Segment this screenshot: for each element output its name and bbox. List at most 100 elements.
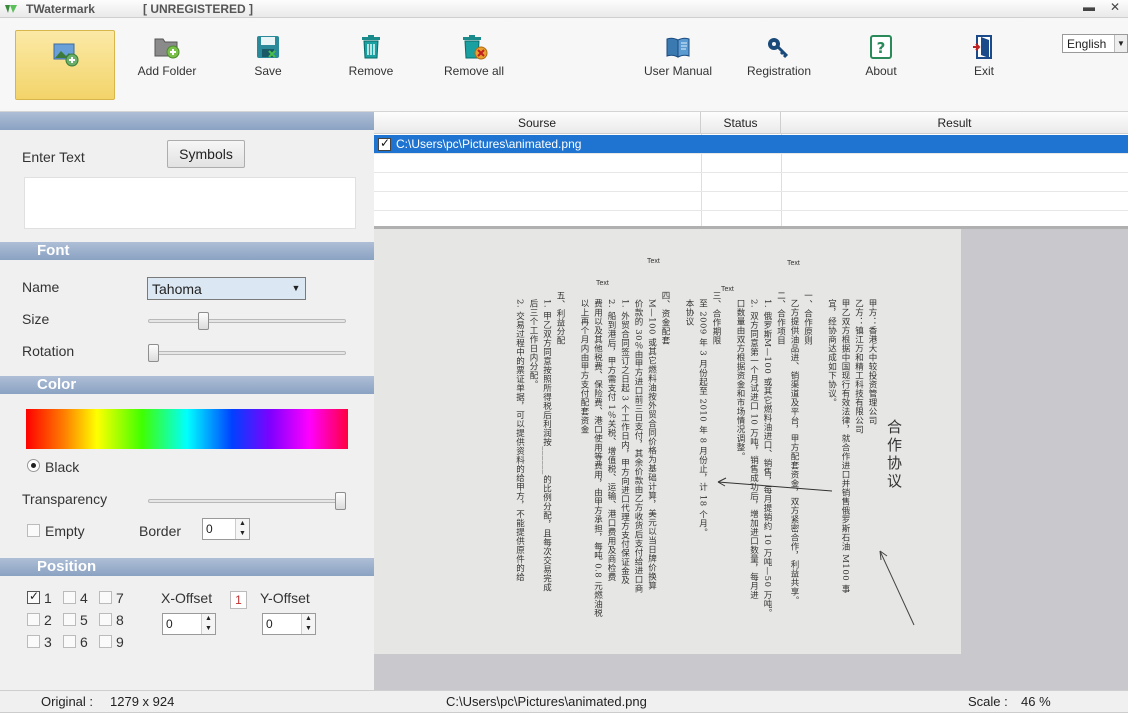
status-bar: Original : 1279 x 924 C:\Users\pc\Pictur… [0, 690, 1128, 712]
image-preview: 甲方：香港大中较投资管理公司 乙方：镇江万和精工科技有限公司 甲乙双方根据中国现行有… [374, 226, 1128, 690]
scale-value: 46 % [1021, 694, 1051, 709]
font-name-select[interactable]: Tahoma ▼ [147, 277, 306, 300]
document-line: 二、合作项目 [775, 291, 786, 345]
stepper-arrows-icon[interactable]: ▲ ▼ [235, 519, 249, 539]
column-status[interactable]: Status [701, 112, 781, 134]
save-icon [257, 36, 279, 58]
position-checkbox-4[interactable] [63, 591, 76, 604]
rotation-label: Rotation [22, 343, 75, 359]
row-checkbox[interactable] [378, 136, 391, 151]
app-title: TWatermark [26, 2, 95, 16]
remove-all-button[interactable]: Remove all [424, 28, 524, 98]
document-line: 三、合作期限 [711, 291, 721, 345]
document-line: 本协议 [684, 299, 694, 326]
column-result[interactable]: Result [781, 112, 1128, 134]
position-label: 8 [116, 612, 124, 628]
user-manual-button[interactable]: User Manual [628, 28, 728, 98]
annotation-arrow [879, 550, 915, 626]
add-image-button[interactable] [15, 30, 115, 100]
trash-icon [362, 35, 380, 59]
document-line: 2. 交易过程中的票证单据，可以提供资料的给甲方，不能提供原件的给 [514, 299, 525, 582]
user-manual-label: User Manual [643, 64, 713, 78]
position-checkbox-1[interactable] [27, 589, 40, 604]
document-line: 乙方提供油品进、销渠道及平台，甲方配套资金，双方紧密合作，利益共享。 [789, 299, 799, 605]
border-label: Border [139, 523, 182, 539]
position-label: 9 [116, 634, 124, 650]
save-label: Save [254, 64, 282, 78]
watermark-text-input[interactable] [24, 177, 356, 229]
preview-document: 甲方：香港大中较投资管理公司 乙方：镇江万和精工科技有限公司 甲乙双方根据中国现行有… [374, 229, 961, 654]
title-bar: TWatermark [ UNREGISTERED ] ▬ ✕ [0, 0, 1128, 18]
document-line: 甲乙双方根据中国现行有效法律，就合作进口并销售俄罗斯石油 M100 事 [840, 299, 850, 594]
rotation-slider-thumb[interactable] [148, 344, 159, 362]
close-button[interactable]: ✕ [1104, 0, 1126, 16]
position-label: 1 [44, 590, 52, 606]
minimize-button[interactable]: ▬ [1078, 0, 1100, 16]
column-source[interactable]: Sourse [374, 112, 701, 134]
position-label: 7 [116, 590, 124, 606]
empty-checkbox[interactable] [27, 524, 40, 537]
position-checkbox-6[interactable] [63, 635, 76, 648]
document-line: 价款的 30％由甲方进口前三日支付，其余价款由乙方收货后支付给进口商 [633, 299, 643, 594]
border-stepper[interactable]: 0 ▲ ▼ [202, 518, 250, 540]
table-row[interactable]: C:\Users\pc\Pictures\animated.png [374, 135, 1128, 154]
remove-button[interactable]: Remove [321, 28, 421, 98]
position-label: 6 [80, 634, 88, 650]
document-line: 口数量由双方根据资金和市场情况调整。 [735, 299, 745, 461]
document-line: 1. 甲乙双方同意按照所得税后利润按______的比例分配，且每次交易完成 [541, 299, 552, 592]
font-size-slider-thumb[interactable] [198, 312, 210, 330]
document-line: 四、资金配套 [660, 291, 670, 345]
document-line: M—100 或其它燃料油按外贸合同价格为基础计算，美元以当日牌价换算 [646, 299, 657, 591]
row-source-path: C:\Users\pc\Pictures\animated.png [396, 137, 582, 151]
document-line: 2. 双方同意第一个月试进口 10 万吨，销售成功后，增加进口数量，每月进 [748, 299, 759, 600]
transparency-slider-thumb[interactable] [335, 492, 346, 510]
current-file-path: C:\Users\pc\Pictures\animated.png [446, 694, 647, 709]
add-folder-label: Add Folder [137, 64, 197, 78]
file-list-grid: Sourse Status Result C:\Users\pc\Picture… [374, 112, 1128, 226]
color-spectrum-picker[interactable] [26, 409, 348, 449]
document-line: 1. 外贸合同签订之日起 3 个工作日内，甲方向进口代理方支付保证金及 [619, 299, 630, 585]
empty-label: Empty [45, 523, 85, 539]
y-offset-stepper[interactable]: 0 ▲ ▼ [262, 613, 316, 635]
position-checkbox-8[interactable] [99, 613, 112, 626]
position-checkbox-2[interactable] [27, 613, 40, 626]
x-offset-stepper[interactable]: 0 ▲ ▼ [162, 613, 216, 635]
position-checkbox-5[interactable] [63, 613, 76, 626]
document-title: 合作协议 [885, 419, 903, 491]
add-folder-button[interactable]: Add Folder [117, 28, 217, 98]
about-label: About [865, 64, 897, 78]
transparency-label: Transparency [22, 491, 108, 507]
stepper-arrows-icon[interactable]: ▲ ▼ [301, 614, 315, 634]
annotation-arrow [717, 477, 833, 492]
registration-button[interactable]: Registration [729, 28, 829, 98]
position-checkbox-3[interactable] [27, 635, 40, 648]
chevron-down-icon: ▼ [291, 283, 301, 293]
key-icon [768, 38, 789, 59]
symbols-button[interactable]: Symbols [167, 140, 245, 168]
x-offset-label: X-Offset [161, 590, 213, 606]
font-size-slider-track[interactable] [148, 319, 346, 323]
add-folder-icon [154, 38, 180, 59]
rotation-slider-track[interactable] [148, 351, 346, 355]
document-line: 费用以及其他税费、保险费、港口使用等费用，由甲方承担，每吨 0.8 元燃油税 [592, 299, 603, 618]
language-select[interactable]: English ▼ [1062, 34, 1128, 53]
document-line: 甲方：香港大中较投资管理公司 [867, 299, 877, 425]
stepper-arrows-icon[interactable]: ▲ ▼ [201, 614, 215, 634]
transparency-slider-track[interactable] [148, 499, 346, 503]
black-radio[interactable] [27, 459, 40, 472]
position-checkbox-7[interactable] [99, 591, 112, 604]
save-button[interactable]: Save [218, 28, 318, 98]
original-size-value: 1279 x 924 [110, 694, 175, 709]
document-line: 2. 船到港后，甲方需支付 1％关税、增值税、运输、港口费用及商检费 [606, 299, 616, 582]
font-name-label: Name [22, 279, 60, 295]
settings-panel: Enter Text Symbols Font Name Tahoma ▼ Si… [0, 112, 374, 690]
position-checkbox-9[interactable] [99, 635, 112, 648]
exit-button[interactable]: Exit [934, 28, 1034, 98]
about-button[interactable]: ? About [831, 28, 931, 98]
exit-label: Exit [973, 64, 994, 78]
position-label: 2 [44, 612, 52, 628]
remove-label: Remove [348, 64, 394, 78]
table-row-empty [374, 154, 1128, 173]
language-value: English [1067, 37, 1107, 51]
table-row-empty [374, 173, 1128, 192]
